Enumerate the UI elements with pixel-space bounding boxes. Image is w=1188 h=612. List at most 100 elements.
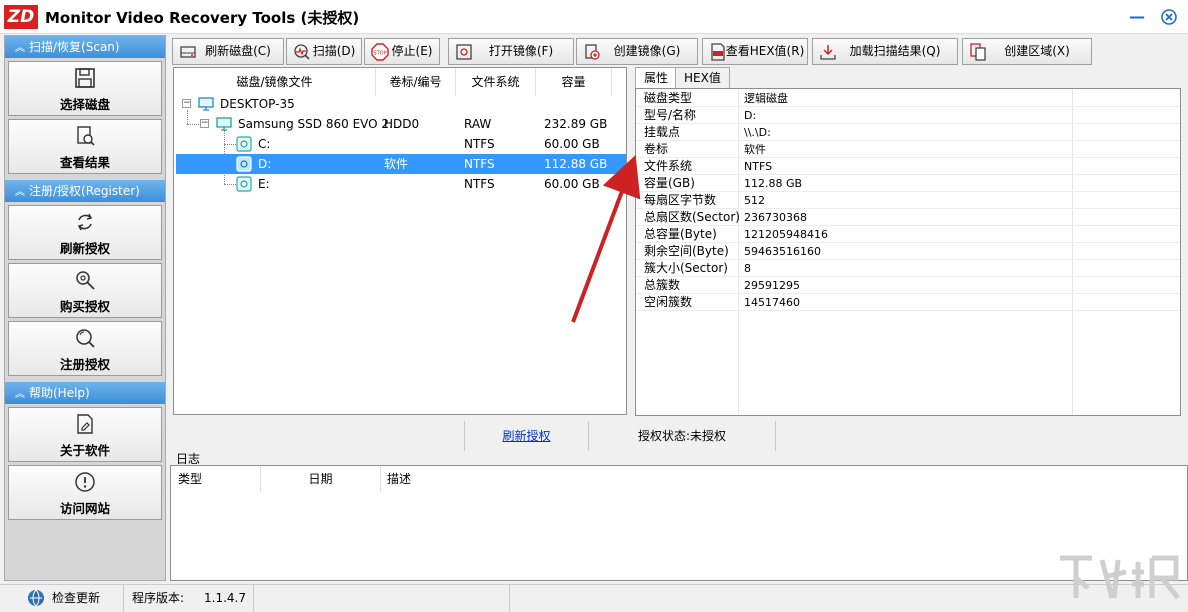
property-row[interactable]: 挂载点 \\.\D: <box>636 124 1180 141</box>
log-panel: 类型 日期 描述 <box>170 465 1188 581</box>
property-row[interactable]: 文件系统 NTFS <box>636 158 1180 175</box>
property-row[interactable]: 簇大小(Sector) 8 <box>636 260 1180 277</box>
buy-license-button[interactable]: 购买授权 <box>8 263 162 318</box>
create-image-button[interactable]: 创建镜像(G) <box>576 38 698 65</box>
refresh-disk-button[interactable]: 刷新磁盘(C) <box>172 38 284 65</box>
title-bar: ZD Monitor Video Recovery Tools (未授权) — <box>0 0 1188 34</box>
window-title: Monitor Video Recovery Tools (未授权) <box>45 9 360 27</box>
tree-row-volume-d[interactable]: D: 软件 NTFS 112.88 GB <box>176 154 626 174</box>
volume-icon <box>236 176 252 192</box>
col-header-filesystem[interactable]: 文件系统 <box>456 68 536 96</box>
property-row[interactable]: 剩余空间(Byte) 59463516160 <box>636 243 1180 260</box>
property-value: 14517460 <box>744 296 800 309</box>
disk-list-panel: 磁盘/镜像文件 卷标/编号 文件系统 容量 − DESKTOP-35 − Sam… <box>173 67 627 415</box>
property-row[interactable]: 磁盘类型 逻辑磁盘 <box>636 90 1180 107</box>
tab-hex[interactable]: HEX值 <box>675 67 730 88</box>
tree-row-disk[interactable]: − Samsung SSD 860 EVO 2... HDD0 RAW 232.… <box>176 114 626 134</box>
col-header-disk[interactable]: 磁盘/镜像文件 <box>174 68 376 96</box>
property-value: 29591295 <box>744 279 800 292</box>
property-key: 型号/名称 <box>644 108 697 122</box>
volume-icon <box>236 156 252 172</box>
tree-row-volume-e[interactable]: E: NTFS 60.00 GB <box>176 174 626 194</box>
save-disk-icon <box>75 68 95 88</box>
property-row[interactable]: 总扇区数(Sector) 236730368 <box>636 209 1180 226</box>
property-key: 磁盘类型 <box>644 91 693 105</box>
update-globe-icon <box>28 589 44 607</box>
status-bar: 检查更新 程序版本: 1.1.4.7 <box>0 584 1188 612</box>
collapse-icon[interactable]: − <box>182 99 191 108</box>
property-row[interactable]: 型号/名称 D: <box>636 107 1180 124</box>
tree-row-volume-c[interactable]: C: NTFS 60.00 GB <box>176 134 626 154</box>
property-key: 每扇区字节数 <box>644 193 717 207</box>
property-key: 总容量(Byte) <box>644 227 717 241</box>
view-results-button[interactable]: 查看结果 <box>8 119 162 174</box>
properties-panel: 属性 HEX值 磁盘类型 逻辑磁盘型号/名称 D: 挂载点 \\.\D: 卷标 软件文件系统… <box>629 67 1187 417</box>
property-key: 挂载点 <box>644 125 681 139</box>
property-row[interactable]: 卷标 软件 <box>636 141 1180 158</box>
about-button[interactable]: 关于软件 <box>8 407 162 462</box>
register-license-button[interactable]: 注册授权 <box>8 321 162 376</box>
app-logo: ZD <box>4 5 38 29</box>
log-col-type[interactable]: 类型 <box>171 466 261 492</box>
scan-button[interactable]: 扫描(D) <box>286 38 362 65</box>
property-value: \\.\D: <box>744 126 771 139</box>
view-hex-button[interactable]: 查看HEX值(R) <box>702 38 808 65</box>
property-value: NTFS <box>744 160 773 173</box>
computer-icon <box>198 97 214 111</box>
refresh-license-link-cell: 刷新授权 <box>464 421 588 451</box>
watermark-logo <box>1060 555 1180 600</box>
minimize-button[interactable]: — <box>1126 6 1148 28</box>
refresh-icon <box>77 213 93 231</box>
create-region-button[interactable]: 创建区域(X) <box>962 38 1092 65</box>
open-image-button[interactable]: 打开镜像(F) <box>448 38 574 65</box>
refresh-license-button[interactable]: 刷新授权 <box>8 205 162 260</box>
document-edit-icon <box>77 414 93 434</box>
col-header-size[interactable]: 容量 <box>536 68 612 96</box>
property-value: 236730368 <box>744 211 807 224</box>
property-row[interactable]: 每扇区字节数 512 <box>636 192 1180 209</box>
property-value: 软件 <box>744 143 766 156</box>
property-key: 剩余空间(Byte) <box>644 244 729 258</box>
section-header-help[interactable]: ︽ 帮助(Help) <box>5 382 165 404</box>
stop-button[interactable]: STOP 停止(E) <box>364 38 440 65</box>
tree-row-computer[interactable]: − DESKTOP-35 <box>176 94 626 114</box>
collapse-icon[interactable]: − <box>200 119 209 128</box>
load-scan-results-button[interactable]: 加载扫描结果(Q) <box>812 38 958 65</box>
license-status: 授权状态:未授权 <box>588 421 776 451</box>
property-value: 512 <box>744 194 765 207</box>
check-update-button[interactable]: 检查更新 <box>0 585 124 612</box>
property-value: 逻辑磁盘 <box>744 92 788 105</box>
property-key: 总簇数 <box>644 278 681 292</box>
property-key: 容量(GB) <box>644 176 695 190</box>
property-key: 簇大小(Sector) <box>644 261 728 275</box>
log-col-date[interactable]: 日期 <box>261 466 381 492</box>
property-row[interactable]: 容量(GB) 112.88 GB <box>636 175 1180 192</box>
document-search-icon <box>77 126 95 146</box>
close-icon <box>1161 9 1177 25</box>
close-button[interactable] <box>1158 6 1180 28</box>
property-key: 卷标 <box>644 142 669 156</box>
property-key: 总扇区数(Sector) <box>644 210 740 224</box>
property-row[interactable]: 总簇数 29591295 <box>636 277 1180 294</box>
property-row[interactable]: 总容量(Byte) 121205948416 <box>636 226 1180 243</box>
refresh-license-link[interactable]: 刷新授权 <box>502 429 550 443</box>
property-row[interactable]: 空闲簇数 14517460 <box>636 294 1180 311</box>
status-cell <box>254 585 510 612</box>
license-strip: 刷新授权 授权状态:未授权 <box>170 421 1188 451</box>
key-search-icon <box>76 271 95 290</box>
info-icon <box>75 472 95 492</box>
section-header-scan[interactable]: ︽ 扫描/恢复(Scan) <box>5 36 165 58</box>
property-value: D: <box>744 109 757 122</box>
tab-properties[interactable]: 属性 <box>635 67 678 89</box>
magnifier-icon <box>76 329 95 348</box>
section-header-register[interactable]: ︽ 注册/授权(Register) <box>5 180 165 202</box>
col-header-label[interactable]: 卷标/编号 <box>376 68 456 96</box>
property-value: 59463516160 <box>744 245 821 258</box>
visit-website-button[interactable]: 访问网站 <box>8 465 162 520</box>
property-value: 112.88 GB <box>744 177 803 190</box>
select-disk-button[interactable]: 选择磁盘 <box>8 61 162 116</box>
property-value: 121205948416 <box>744 228 828 241</box>
double-chevron-icon: ︽ <box>15 43 25 54</box>
properties-table: 磁盘类型 逻辑磁盘型号/名称 D: 挂载点 \\.\D: 卷标 软件文件系统 NTFS 容量(G… <box>635 88 1181 416</box>
log-col-description[interactable]: 描述 <box>381 466 1187 492</box>
